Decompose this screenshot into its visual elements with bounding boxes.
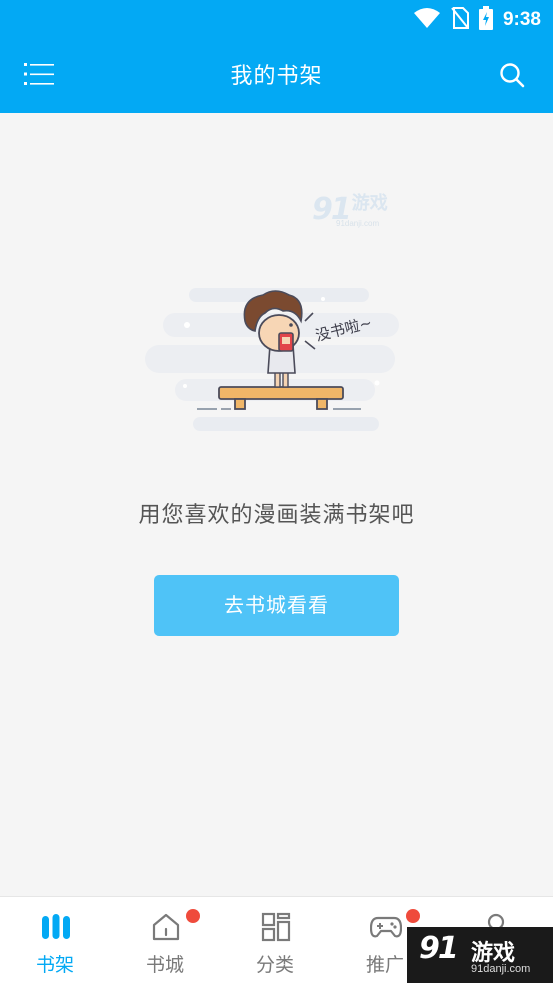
tab-label: 分类: [255, 954, 294, 976]
bookshelf-icon: [40, 911, 72, 943]
status-time: 9:38: [502, 9, 541, 30]
notification-badge: [186, 909, 200, 923]
watermark-url: 91danji.com: [471, 963, 531, 975]
category-grid-icon: [260, 911, 292, 943]
search-button[interactable]: [497, 62, 527, 92]
bookshelf-content: 91 游戏 91danji.com 没书啦~ 用您喜欢的漫画装满书架吧 去书城看…: [0, 113, 553, 896]
status-bar: 9:38: [0, 0, 553, 40]
tab-bookstore[interactable]: 书城: [110, 897, 220, 983]
page-title: 我的书架: [230, 64, 323, 89]
notification-badge: [406, 909, 420, 923]
go-to-store-button[interactable]: 去书城看看: [154, 575, 399, 636]
no-sim-icon: [451, 7, 469, 33]
empty-shelf-illustration: 没书啦~: [145, 283, 407, 433]
battery-charging-icon: [478, 6, 493, 34]
tab-label: 书城: [145, 954, 184, 976]
status-icons: 9:38: [413, 6, 541, 34]
watermark-corner-logo: 91 游戏 91danji.com: [407, 927, 553, 983]
tab-category[interactable]: 分类: [220, 897, 330, 983]
watermark-logo: 91 游戏 91danji.com: [312, 189, 388, 228]
wifi-icon: [413, 7, 441, 33]
home-icon: [150, 911, 182, 943]
search-icon: [499, 62, 525, 92]
watermark-url: 91danji.com: [336, 219, 380, 228]
tab-bookshelf[interactable]: 书架: [0, 897, 110, 983]
tab-label: 书架: [35, 954, 74, 976]
watermark-number: 91: [419, 931, 459, 966]
watermark-text: 游戏: [351, 193, 388, 214]
app-bar: 我的书架: [0, 40, 553, 113]
gamepad-icon: [370, 911, 402, 943]
empty-state-message: 用您喜欢的漫画装满书架吧: [138, 503, 415, 528]
